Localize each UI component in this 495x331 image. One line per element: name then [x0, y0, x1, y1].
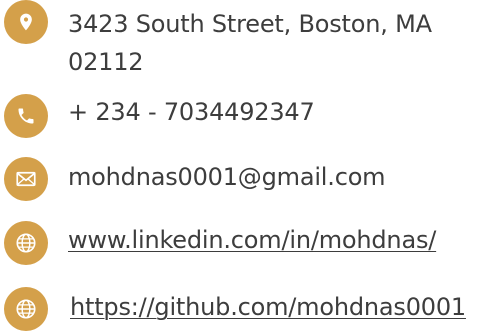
address-line-1: 3423 South Street, Boston, MA — [68, 10, 432, 38]
address-text: 3423 South Street, Boston, MA 02112 — [68, 5, 468, 81]
envelope-icon — [4, 157, 48, 201]
address-line-2: 02112 — [68, 48, 144, 76]
github-link[interactable]: https://github.com/mohdnas0001 — [70, 288, 466, 326]
email-text[interactable]: mohdnas0001@gmail.com — [68, 158, 386, 196]
linkedin-link[interactable]: www.linkedin.com/in/mohdnas/ — [68, 221, 436, 259]
contact-info-list: 3423 South Street, Boston, MA 02112 + 23… — [0, 0, 495, 331]
location-pin-icon — [4, 0, 48, 44]
phone-icon — [4, 94, 48, 138]
globe-icon — [4, 221, 48, 265]
globe-icon — [4, 287, 48, 331]
phone-text[interactable]: + 234 - 7034492347 — [68, 93, 315, 131]
